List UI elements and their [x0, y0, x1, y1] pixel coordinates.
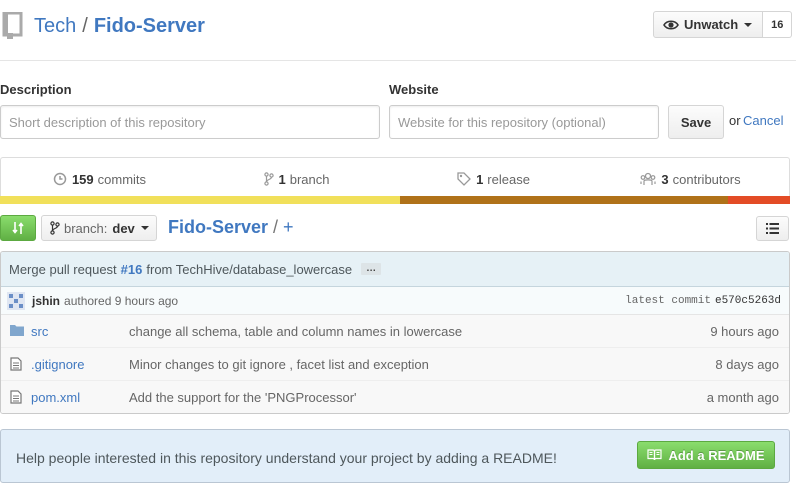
readme-prompt-message: Help people interested in this repositor… [16, 450, 557, 466]
releases-count: 1 [476, 171, 484, 187]
file-name-link[interactable]: src [31, 324, 48, 339]
repo-title: Tech / Fido-Server [34, 14, 205, 38]
branch-name: dev [112, 220, 135, 236]
add-readme-label: Add a README [668, 447, 765, 463]
description-input[interactable] [0, 105, 380, 139]
description-label: Description [0, 82, 72, 97]
commits-label: commits [97, 171, 147, 187]
file-table: Merge pull request #16 from TechHive/dat… [0, 251, 790, 414]
file-age: 9 hours ago [710, 324, 779, 339]
branch-icon [263, 172, 274, 186]
language-bar-segment[interactable] [0, 196, 400, 204]
language-bar-segment[interactable] [727, 196, 790, 204]
repo-owner-link[interactable]: Tech [34, 15, 76, 37]
branch-prefix: branch: [64, 220, 108, 236]
header-divider [0, 60, 796, 61]
file-row: .gitignore Minor changes to git ignore ,… [1, 348, 789, 381]
pull-request-link[interactable]: #16 [121, 262, 143, 277]
cancel-link[interactable]: Cancel [743, 113, 783, 128]
organization-icon [640, 172, 657, 185]
unwatch-label: Unwatch [684, 17, 739, 32]
file-text-icon [10, 357, 22, 371]
readme-prompt: Help people interested in this repositor… [0, 429, 790, 483]
folder-icon [10, 325, 24, 336]
file-name-link[interactable]: pom.xml [31, 390, 80, 405]
latest-commit-title: Merge pull request #16 from TechHive/dat… [1, 252, 789, 287]
latest-commit-info: latest commit e570c5263d [625, 295, 781, 307]
file-row: src change all schema, table and column … [1, 315, 789, 348]
file-commit-message[interactable]: change all schema, table and column name… [129, 324, 462, 339]
file-commit-message[interactable]: Add the support for the 'PNGProcessor' [129, 390, 357, 405]
breadcrumb-separator: / [273, 217, 279, 237]
add-readme-button[interactable]: Add a README [637, 441, 775, 469]
list-view-button[interactable] [756, 216, 789, 241]
watchers-count[interactable]: 16 [763, 11, 793, 38]
file-row: pom.xml Add the support for the 'PNGProc… [1, 381, 789, 413]
commit-meta: jshin authored 9 hours ago latest commit… [1, 287, 789, 315]
branches-label: branch [289, 171, 330, 187]
file-commit-message[interactable]: Minor changes to git ignore , facet list… [129, 357, 429, 372]
contributors-count: 3 [661, 171, 669, 187]
branches-count: 1 [278, 171, 286, 187]
branch-icon [50, 221, 60, 235]
commit-sha-link[interactable]: e570c5263d [715, 295, 781, 307]
compare-icon [12, 222, 24, 234]
expand-commit-message-button[interactable]: … [361, 263, 382, 275]
chevron-down-icon [140, 226, 149, 230]
breadcrumb: Fido-Server / + [168, 216, 294, 238]
watch-control: Unwatch 16 [653, 11, 793, 38]
save-button[interactable]: Save [668, 105, 724, 139]
repo-icon [2, 11, 24, 40]
commit-title-suffix: from TechHive/database_lowercase [146, 261, 353, 277]
new-file-link[interactable]: + [283, 217, 294, 237]
compare-button[interactable] [0, 215, 36, 241]
or-text: or [729, 113, 741, 128]
repo-name-link[interactable]: Fido-Server [94, 15, 205, 37]
eye-icon [663, 19, 679, 30]
commit-title-prefix: Merge pull request [9, 261, 117, 277]
list-icon [766, 223, 779, 234]
website-input[interactable] [389, 105, 659, 139]
commit-authored-time: authored 9 hours ago [64, 293, 179, 308]
language-bar-segment[interactable] [399, 196, 728, 204]
latest-commit-label: latest commit [625, 295, 711, 307]
file-age: a month ago [706, 390, 779, 405]
releases-label: release [487, 171, 530, 187]
branch-select-button[interactable]: branch: dev [41, 215, 157, 241]
file-text-icon [10, 390, 22, 404]
unwatch-button[interactable]: Unwatch [653, 11, 764, 38]
book-icon [647, 449, 663, 461]
contributors-label: contributors [672, 171, 741, 187]
avatar[interactable] [7, 291, 25, 310]
file-age: 8 days ago [715, 357, 779, 372]
file-name-link[interactable]: .gitignore [31, 357, 84, 372]
commits-count: 159 [71, 171, 94, 187]
chevron-down-icon [744, 22, 753, 27]
breadcrumb-root-link[interactable]: Fido-Server [168, 217, 268, 237]
tag-icon [457, 172, 471, 186]
title-separator: / [82, 15, 88, 37]
language-bar[interactable] [0, 196, 790, 204]
history-icon [53, 172, 67, 186]
website-label: Website [389, 82, 439, 97]
commit-author[interactable]: jshin [32, 294, 60, 308]
